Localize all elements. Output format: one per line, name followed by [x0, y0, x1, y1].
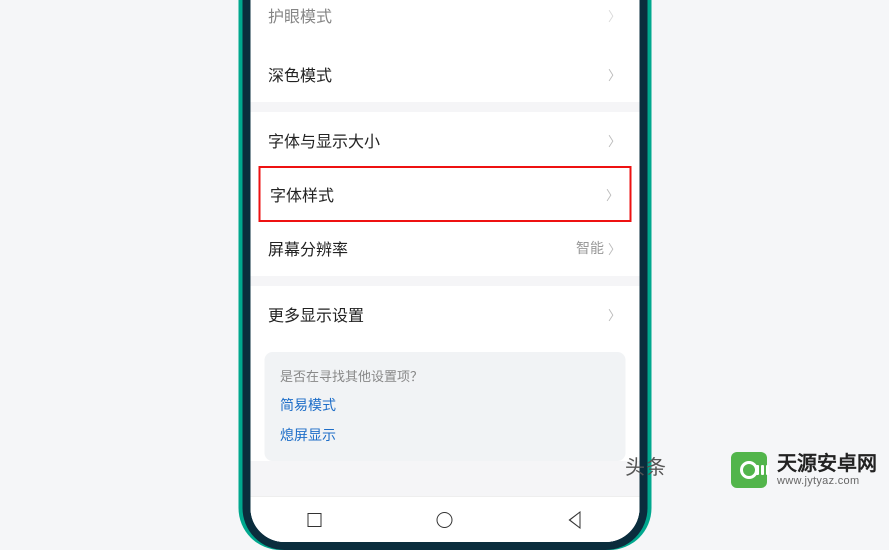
- row-eye-comfort[interactable]: 护眼模式 〉: [250, 0, 639, 46]
- row-label: 更多显示设置: [268, 302, 364, 326]
- row-label: 字体与显示大小: [268, 128, 380, 152]
- settings-list: 护眼模式 〉 深色模式 〉 字体与显示大小 〉: [250, 0, 639, 461]
- brand-text: 天源安卓网 www.jytyaz.com: [777, 453, 877, 487]
- triangle-left-icon: [568, 511, 580, 529]
- row-right: 〉: [608, 6, 621, 25]
- site-watermark: 天源安卓网 www.jytyaz.com: [731, 452, 877, 488]
- row-resolution[interactable]: 屏幕分辨率 智能 〉: [250, 220, 639, 276]
- row-right: 〉: [608, 305, 621, 324]
- row-font-size[interactable]: 字体与显示大小 〉: [250, 112, 639, 168]
- brand-logo-icon: [731, 452, 767, 488]
- circle-icon: [436, 512, 452, 528]
- settings-group-font: 字体与显示大小 〉 字体样式 〉 屏幕分辨率 智能 〉: [250, 112, 639, 276]
- chevron-right-icon: 〉: [608, 239, 621, 258]
- row-right: 智能 〉: [576, 238, 621, 258]
- suggestions-card: 是否在寻找其他设置项？ 简易模式 熄屏显示: [264, 352, 625, 461]
- row-right: 〉: [606, 185, 619, 204]
- row-value: 智能: [576, 238, 604, 258]
- chevron-right-icon: 〉: [608, 305, 621, 324]
- brand-url: www.jytyaz.com: [777, 475, 877, 487]
- chevron-right-icon: 〉: [608, 6, 621, 25]
- chevron-right-icon: 〉: [608, 131, 621, 150]
- chevron-right-icon: 〉: [608, 65, 621, 84]
- settings-group-more: 更多显示设置 〉: [250, 286, 639, 342]
- square-icon: [308, 513, 322, 527]
- row-more-display[interactable]: 更多显示设置 〉: [250, 286, 639, 342]
- row-label: 深色模式: [268, 62, 332, 86]
- nav-recent-button[interactable]: [295, 500, 335, 540]
- phone-frame: 护眼模式 〉 深色模式 〉 字体与显示大小 〉: [242, 0, 647, 550]
- suggestion-link-simple-mode[interactable]: 简易模式: [280, 395, 609, 415]
- suggestion-title: 是否在寻找其他设置项？: [280, 366, 609, 385]
- settings-screen: 护眼模式 〉 深色模式 〉 字体与显示大小 〉: [250, 0, 639, 542]
- row-font-style[interactable]: 字体样式 〉: [258, 166, 631, 222]
- row-label: 护眼模式: [268, 3, 332, 27]
- group-divider: [250, 102, 639, 112]
- nav-home-button[interactable]: [424, 500, 464, 540]
- row-label: 字体样式: [270, 182, 334, 206]
- row-right: 〉: [608, 131, 621, 150]
- row-label: 屏幕分辨率: [268, 236, 348, 260]
- navigation-bar: [250, 496, 639, 542]
- nav-back-button[interactable]: [554, 500, 594, 540]
- suggestion-link-aod[interactable]: 熄屏显示: [280, 425, 609, 445]
- brand-title: 天源安卓网: [777, 453, 877, 475]
- row-right: 〉: [608, 65, 621, 84]
- settings-group-display: 护眼模式 〉 深色模式 〉: [250, 0, 639, 102]
- watermark-headline: 头条: [625, 451, 667, 480]
- row-dark-mode[interactable]: 深色模式 〉: [250, 46, 639, 102]
- group-divider: [250, 276, 639, 286]
- chevron-right-icon: 〉: [606, 185, 619, 204]
